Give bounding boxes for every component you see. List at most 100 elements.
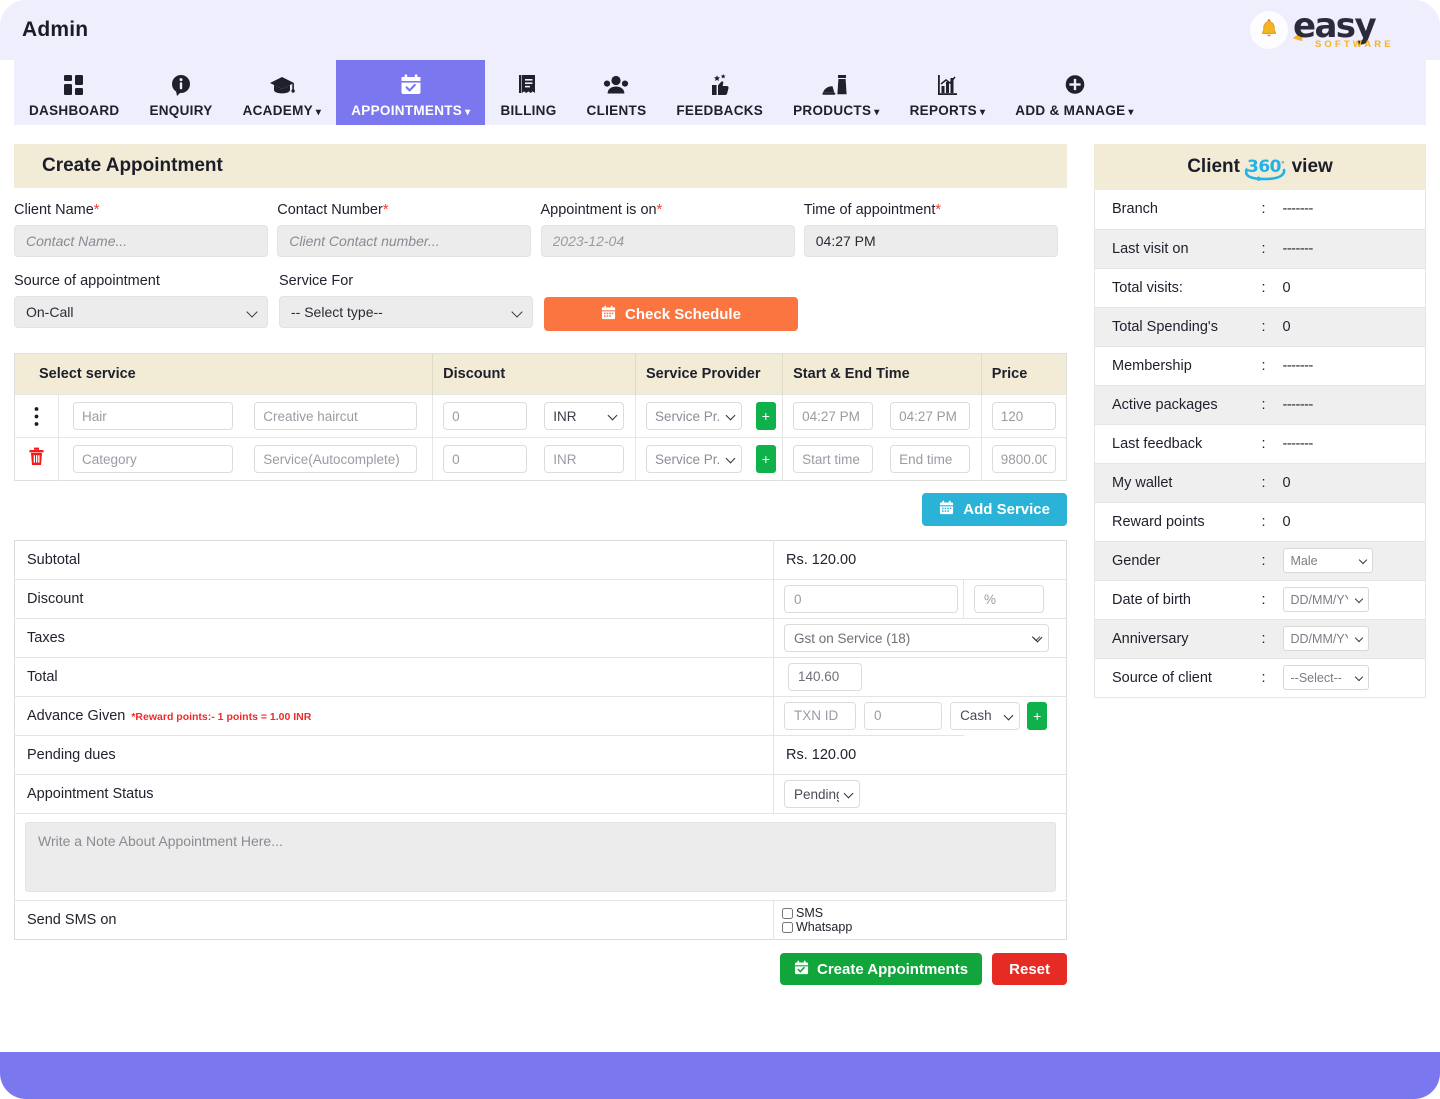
nav-item-products[interactable]: PRODUCTS▾ [778,60,894,125]
add-service-row: Add Service [14,493,1067,526]
nav-item-reports[interactable]: REPORTS▾ [895,60,1001,125]
payment-mode-select[interactable]: Cash [950,702,1020,730]
start-time-input[interactable] [793,402,873,430]
page-title: Admin [22,18,88,42]
appointment-note-textarea[interactable] [25,822,1056,892]
row-key: Last feedback [1095,424,1261,463]
nav-item-add-and-manage[interactable]: ADD & MANAGE▾ [1000,60,1148,125]
total-control: 140.60 [774,658,1067,697]
nav-item-billing[interactable]: BILLING [485,60,571,125]
chevron-down-icon: ▾ [465,107,470,118]
source-of-appointment-select[interactable]: On-Call [14,296,268,328]
col-price: Price [981,354,1066,395]
row-send-sms: Send SMS on SMS Whatsapp [15,901,1067,940]
row-key: Reward points [1095,502,1261,541]
row-subtotal: Subtotal Rs. 120.00 [15,541,1067,580]
appointment-time-input[interactable] [804,225,1058,257]
taxes-select[interactable]: Gst on Service (18) [784,624,1049,652]
nav-item-feedbacks[interactable]: FEEDBACKS [661,60,778,125]
list-item: Source of client: --Select-- [1095,658,1426,697]
taxes-label: Taxes [15,619,774,658]
price-input[interactable] [992,402,1056,430]
start-time-input[interactable] [793,445,873,473]
checkbox-sms[interactable]: SMS [782,906,1058,920]
trash-icon [28,451,45,470]
brand-logo: easy SOFTWARE [1293,6,1418,54]
sms-checkbox[interactable] [782,908,793,919]
graduation-cap-icon [268,70,296,100]
bar-chart-icon [934,70,960,100]
anniversary-select[interactable]: DD/MM/YY [1283,626,1369,651]
category-input[interactable] [73,402,233,430]
advance-amount-input[interactable] [864,702,942,730]
whatsapp-checkbox[interactable] [782,922,793,933]
add-provider-button[interactable]: + [756,445,776,473]
client-360-panel: Client 360° view Branch:------- Last vis… [1094,144,1426,698]
reset-button[interactable]: Reset [992,953,1067,985]
date-of-birth-select[interactable]: DD/MM/YY [1283,587,1369,612]
price-input[interactable] [992,445,1056,473]
list-item: Date of birth: DD/MM/YY [1095,580,1426,619]
currency-input[interactable] [544,445,624,473]
nav-item-enquiry[interactable]: ENQUIRY [134,60,227,125]
create-appointments-button[interactable]: Create Appointments [780,953,982,985]
field-contact-number: Contact Number* [277,202,540,257]
vertical-dots-icon [15,406,58,427]
service-input[interactable] [254,445,417,473]
end-time-input[interactable] [890,445,970,473]
service-for-select[interactable]: -- Select type-- [279,296,533,328]
appointment-status-select[interactable]: Pending [784,780,860,808]
nav-item-appointments[interactable]: APPOINTMENTS▾ [336,60,485,125]
nav-item-dashboard[interactable]: DASHBOARD [14,60,134,125]
anniversary-select-wrap: DD/MM/YY [1283,626,1369,651]
totals-table: Subtotal Rs. 120.00 Discount Taxes Gst o… [14,540,1067,940]
row-separator: : [1261,463,1277,502]
client-name-input[interactable] [14,225,268,257]
service-input[interactable] [254,402,417,430]
source-of-client-select[interactable]: --Select-- [1283,665,1369,690]
add-provider-button[interactable]: + [756,402,776,430]
nav-item-academy[interactable]: ACADEMY▾ [228,60,337,125]
txn-id-input[interactable] [784,702,856,730]
row-total: Total 140.60 [15,658,1067,697]
check-schedule-button[interactable]: Check Schedule [544,297,798,331]
row-separator: : [1261,502,1277,541]
row-advance-given: Advance Given*Reward points:- 1 points =… [15,697,1067,736]
contact-number-input[interactable] [277,225,531,257]
gender-select[interactable]: Male [1283,548,1373,573]
cell-category [59,395,249,438]
row-separator: : [1261,190,1277,229]
whatsapp-label: Whatsapp [796,920,852,934]
list-item: Gender: Male [1095,541,1426,580]
add-service-button[interactable]: Add Service [922,493,1067,526]
field-appointment-date: Appointment is on* [541,202,804,257]
calendar-check-icon [398,70,424,100]
service-table-header-row: Select service Discount Service Provider… [15,354,1067,395]
notification-bell-button[interactable] [1250,11,1288,49]
discount-input[interactable] [443,445,527,473]
nav-item-clients[interactable]: CLIENTS [572,60,662,125]
row-handle-button[interactable] [15,395,59,438]
appointment-date-input[interactable] [541,225,795,257]
row-value: Male [1277,541,1426,580]
provider-select[interactable]: Service Pr... [646,402,742,430]
currency-select[interactable]: INR [544,402,624,430]
provider-select[interactable]: Service Pr... [646,445,742,473]
row-note [15,814,1067,901]
cell-end-time [884,395,981,438]
discount-input[interactable] [443,402,527,430]
subtotal-value: Rs. 120.00 [774,541,964,580]
end-time-input[interactable] [890,402,970,430]
discount-amount-input[interactable] [784,585,958,613]
row-separator: : [1261,229,1277,268]
delete-row-button[interactable] [15,438,59,481]
category-input[interactable] [73,445,233,473]
source-of-appointment-select-wrap: On-Call [14,296,268,328]
send-sms-label: Send SMS on [15,901,774,940]
cell-start-time [783,395,884,438]
discount-unit-input[interactable] [974,585,1044,613]
add-payment-button[interactable]: + [1027,702,1047,730]
cell-discount-currency: INR [538,395,635,438]
row-separator: : [1261,658,1277,697]
checkbox-whatsapp[interactable]: Whatsapp [782,920,1058,934]
